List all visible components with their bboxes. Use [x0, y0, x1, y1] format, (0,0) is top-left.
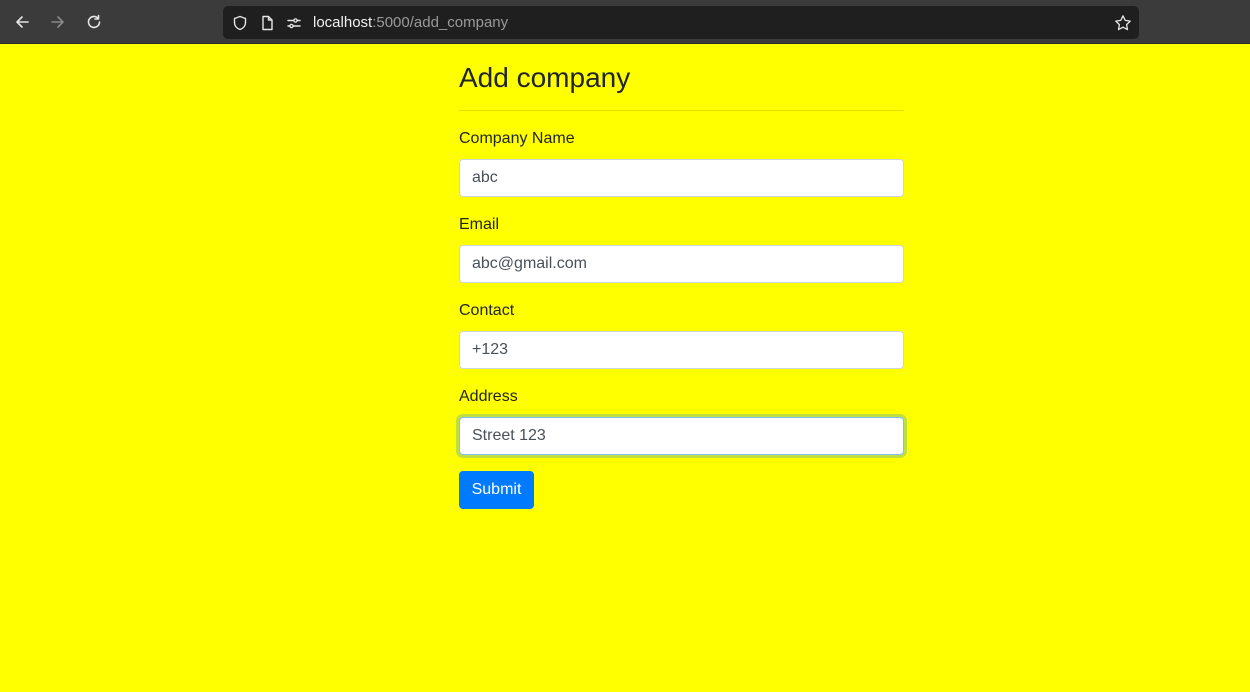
page-icon[interactable]	[258, 14, 275, 31]
page-title: Add company	[459, 62, 631, 93]
company-name-label: Company Name	[459, 130, 575, 147]
shield-icon[interactable]	[231, 14, 248, 31]
contact-label: Contact	[459, 302, 515, 319]
url-path: :5000/add_company	[372, 14, 509, 31]
email-input[interactable]	[459, 245, 904, 283]
email-label: Email	[459, 216, 500, 233]
permissions-icon[interactable]	[285, 14, 302, 31]
url-text[interactable]: localhost:5000/add_company	[313, 14, 508, 31]
url-host: localhost	[313, 14, 373, 31]
address-bar[interactable]: localhost:5000/add_company	[223, 6, 1139, 39]
address-input[interactable]	[459, 417, 904, 455]
browser-toolbar: localhost:5000/add_company	[0, 0, 1250, 44]
contact-input[interactable]	[459, 331, 904, 369]
forward-arrow-icon	[51, 16, 64, 28]
reload-button[interactable]	[80, 8, 108, 36]
back-button[interactable]	[8, 8, 36, 36]
page-content: Add company Company Name Email Contact A…	[0, 44, 1250, 692]
company-name-input[interactable]	[459, 159, 904, 197]
bookmark-star-icon[interactable]	[1114, 14, 1132, 32]
reload-icon	[87, 14, 101, 29]
submit-button[interactable]: Submit	[459, 471, 534, 509]
forward-button[interactable]	[44, 8, 72, 36]
title-divider	[459, 110, 904, 111]
back-arrow-icon	[16, 16, 29, 28]
address-label: Address	[459, 388, 518, 405]
